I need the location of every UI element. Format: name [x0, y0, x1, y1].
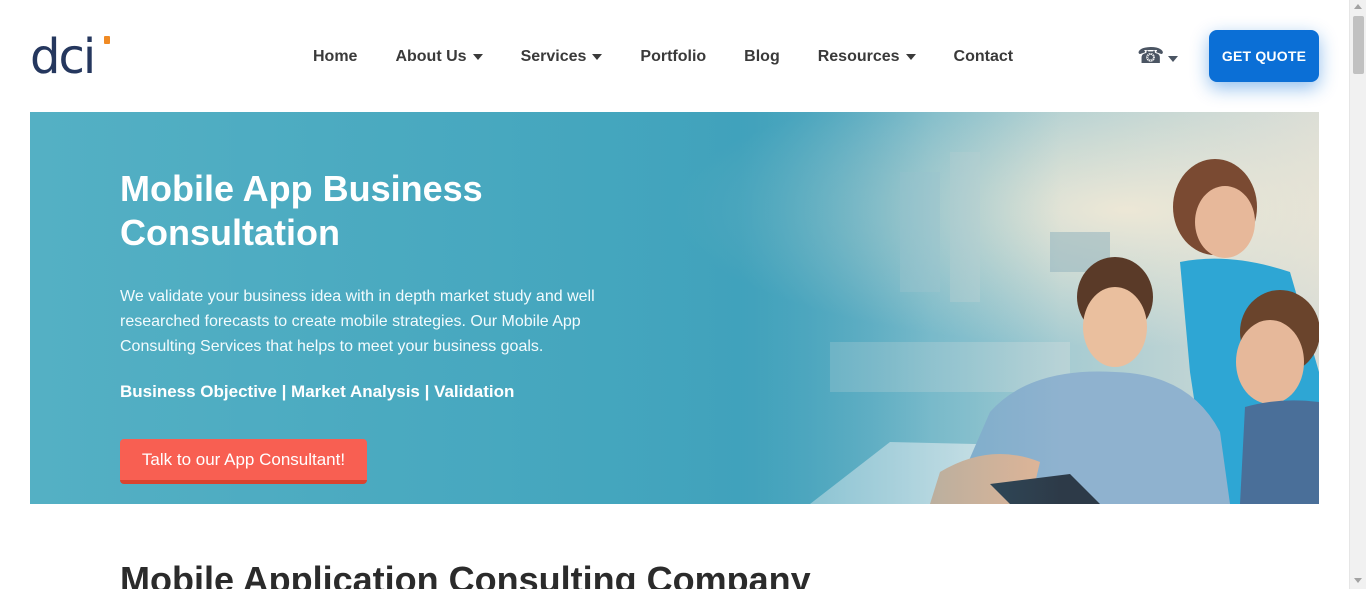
nav-item-label: Contact	[953, 48, 1014, 65]
scroll-up-arrow-icon[interactable]	[1354, 4, 1362, 9]
nav-item-services[interactable]: Services	[521, 48, 603, 66]
site-header: dci Home About Us Services Portfolio Blo…	[0, 0, 1349, 112]
nav-item-label: Portfolio	[640, 48, 707, 65]
talk-to-consultant-button[interactable]: Talk to our App Consultant!	[120, 439, 367, 484]
dci-logo[interactable]: dci	[30, 33, 112, 81]
hero-title: Mobile App Business Consultation	[120, 168, 483, 253]
nav-item-label: Services	[520, 48, 587, 65]
phone-dropdown[interactable]: ☎	[1137, 44, 1179, 69]
nav-item-label: About Us	[395, 48, 467, 65]
phone-icon: ☎	[1137, 44, 1165, 69]
caret-down-icon	[905, 54, 916, 60]
main-nav: Home About Us Services Portfolio Blog Re…	[313, 46, 1013, 68]
nav-item-portfolio[interactable]: Portfolio	[640, 48, 706, 66]
nav-item-label: Resources	[817, 48, 900, 65]
hero-tags: Business Objective | Market Analysis | V…	[120, 382, 515, 401]
scroll-down-arrow-icon[interactable]	[1354, 578, 1362, 583]
caret-down-icon	[1168, 56, 1179, 62]
caret-down-icon	[472, 54, 483, 60]
logo-text: dci	[30, 29, 96, 85]
nav-item-label: Blog	[744, 48, 780, 65]
caret-down-icon	[592, 54, 603, 60]
scroll-thumb[interactable]	[1353, 16, 1364, 74]
hero-description: We validate your business idea with in d…	[120, 288, 595, 355]
nav-item-contact[interactable]: Contact	[954, 48, 1014, 66]
nav-item-label: Home	[313, 48, 358, 65]
nav-item-resources[interactable]: Resources	[818, 48, 916, 66]
nav-item-home[interactable]: Home	[313, 48, 357, 66]
nav-item-about-us[interactable]: About Us	[395, 48, 483, 66]
hero-banner: Mobile App Business Consultation We vali…	[30, 112, 1319, 504]
nav-item-blog[interactable]: Blog	[744, 48, 780, 66]
page-scrollbar[interactable]	[1349, 0, 1366, 589]
logo-accent-dot	[104, 36, 110, 44]
section-title: Mobile Application Consulting Company	[120, 559, 811, 589]
get-quote-button[interactable]: GET QUOTE	[1209, 30, 1319, 82]
